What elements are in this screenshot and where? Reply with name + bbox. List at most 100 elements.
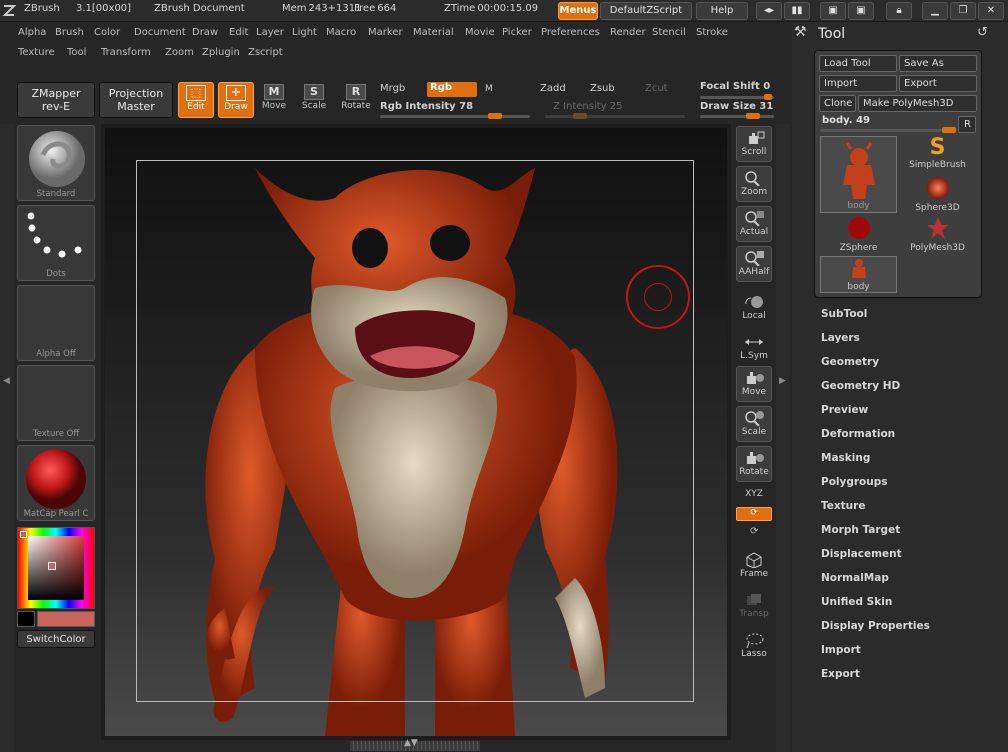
section-subtool[interactable]: SubTool (821, 308, 867, 320)
section-export[interactable]: Export (821, 668, 860, 680)
focal-shift-knob[interactable] (764, 94, 772, 100)
expand-ui-icon[interactable]: ▮▮ (784, 2, 810, 20)
menu-edit[interactable]: Edit (229, 27, 248, 38)
texture-slot[interactable]: Texture Off (17, 365, 95, 441)
menu-material[interactable]: Material (413, 27, 454, 38)
draw-size-knob[interactable] (746, 113, 760, 119)
focal-shift-slider[interactable] (700, 94, 774, 100)
draw-button[interactable]: ✛ Draw (218, 82, 254, 118)
menu-color[interactable]: Color (94, 27, 120, 38)
zsub-button[interactable]: Zsub (590, 83, 615, 94)
move-button[interactable]: M Move (256, 82, 292, 118)
section-import[interactable]: Import (821, 644, 861, 656)
right-tray-arrow-icon[interactable]: ▶ (779, 376, 786, 386)
move-view-button[interactable]: Move (736, 366, 772, 402)
menu-macro[interactable]: Macro (326, 27, 356, 38)
aahalf-button[interactable]: AAHalf (736, 246, 772, 282)
projection-master-button[interactable]: Projection Master (99, 82, 173, 118)
minimize-icon[interactable]: ▁ (922, 2, 948, 20)
menu-stroke[interactable]: Stroke (696, 27, 728, 38)
color-picker-marker[interactable] (48, 562, 56, 570)
make-polymesh-button[interactable]: Make PolyMesh3D (858, 95, 977, 112)
section-geometry[interactable]: Geometry (821, 356, 879, 368)
secondary-black-swatch[interactable] (17, 611, 35, 627)
stroke-slot[interactable]: Dots (17, 205, 95, 281)
draw-size-slider[interactable] (700, 113, 774, 119)
menu-stencil[interactable]: Stencil (652, 27, 686, 38)
color-picker-square[interactable] (28, 536, 84, 600)
edit-button[interactable]: ⬚ Edit (178, 82, 214, 118)
shrink-ui-icon[interactable]: ◂▸ (756, 2, 782, 20)
tool-thumb-sphere3d[interactable]: Sphere3D (899, 176, 976, 215)
menu-render[interactable]: Render (610, 27, 646, 38)
menu-preferences[interactable]: Preferences (541, 27, 600, 38)
bottom-tray-handle[interactable]: ▲▼ (350, 738, 480, 751)
menu-document[interactable]: Document (134, 27, 186, 38)
refresh-icon[interactable]: ↺ (977, 25, 988, 40)
menu-transform[interactable]: Transform (101, 47, 151, 58)
rgb-intensity-knob[interactable] (488, 113, 502, 119)
section-displacement[interactable]: Displacement (821, 548, 902, 560)
left-tray-arrow-icon[interactable]: ◀ (3, 376, 10, 386)
menu-movie[interactable]: Movie (465, 27, 495, 38)
save-as-button[interactable]: Save As (899, 55, 977, 72)
menu-alpha[interactable]: Alpha (18, 27, 46, 38)
scroll-button[interactable]: Scroll (736, 126, 772, 162)
menu-brush[interactable]: Brush (55, 27, 84, 38)
reset-r-button[interactable]: R (958, 116, 976, 133)
menu-zoom[interactable]: Zoom (165, 47, 194, 58)
zmapper-button[interactable]: ZMapper rev-E (17, 82, 95, 118)
zadd-button[interactable]: Zadd (540, 83, 566, 94)
section-polygroups[interactable]: Polygroups (821, 476, 888, 488)
layout-a-icon[interactable]: ▣ (820, 2, 846, 20)
help-button[interactable]: Help (696, 2, 748, 20)
section-morph-target[interactable]: Morph Target (821, 524, 900, 536)
local-button[interactable]: Local (736, 290, 772, 326)
tool-thumb-body-large[interactable]: body (820, 136, 897, 213)
tool-thumb-simplebrush[interactable]: S SimpleBrush (899, 136, 976, 175)
document-canvas[interactable] (105, 128, 727, 736)
rgb-intensity-slider[interactable] (380, 113, 530, 119)
section-normalmap[interactable]: NormalMap (821, 572, 889, 584)
tool-slider-knob[interactable] (942, 127, 956, 133)
menu-tool[interactable]: Tool (67, 47, 86, 58)
lsym-button[interactable]: L.Sym (736, 330, 772, 366)
main-color-swatch[interactable] (20, 531, 27, 538)
import-button[interactable]: Import (819, 75, 897, 92)
switch-color-button[interactable]: SwitchColor (17, 630, 95, 648)
default-zscript-button[interactable]: DefaultZScript (600, 2, 692, 20)
export-button[interactable]: Export (899, 75, 977, 92)
menu-texture[interactable]: Texture (18, 47, 55, 58)
scale-view-button[interactable]: Scale (736, 406, 772, 442)
zoom-button[interactable]: Zoom (736, 166, 772, 202)
menu-picker[interactable]: Picker (502, 27, 532, 38)
load-tool-button[interactable]: Load Tool (819, 55, 897, 72)
section-texture[interactable]: Texture (821, 500, 865, 512)
menus-button[interactable]: Menus (558, 2, 598, 20)
section-display-properties[interactable]: Display Properties (821, 620, 930, 632)
bottom-tray-arrow-icon[interactable]: ▲▼ (404, 738, 418, 748)
z-axis-rotate-icon[interactable]: ⟳ (750, 526, 758, 537)
m-button[interactable]: M (485, 84, 493, 94)
brush-slot[interactable]: Standard (17, 125, 95, 201)
rotate-view-button[interactable]: Rotate (736, 446, 772, 482)
section-masking[interactable]: Masking (821, 452, 870, 464)
z-intensity-knob[interactable] (573, 113, 587, 119)
menu-draw[interactable]: Draw (192, 27, 218, 38)
section-geometry-hd[interactable]: Geometry HD (821, 380, 900, 392)
y-axis-rotate-icon[interactable]: ⟳ (736, 507, 772, 521)
close-icon[interactable]: ✕ (978, 2, 1004, 20)
menu-zscript[interactable]: Zscript (248, 47, 283, 58)
menu-layer[interactable]: Layer (256, 27, 284, 38)
frame-button[interactable]: Frame (736, 548, 772, 584)
lock-icon[interactable]: 🔒︎ (886, 2, 912, 20)
clone-button[interactable]: Clone (819, 95, 856, 112)
material-slot[interactable]: MatCap Pearl C (17, 445, 95, 521)
secondary-color-swatch[interactable] (37, 611, 95, 627)
menu-light[interactable]: Light (292, 27, 317, 38)
maximize-icon[interactable]: ❐ (950, 2, 976, 20)
color-picker-hue[interactable] (17, 527, 95, 609)
section-layers[interactable]: Layers (821, 332, 860, 344)
xyz-button[interactable]: XYZ (736, 484, 772, 504)
tool-slider[interactable] (820, 127, 956, 133)
